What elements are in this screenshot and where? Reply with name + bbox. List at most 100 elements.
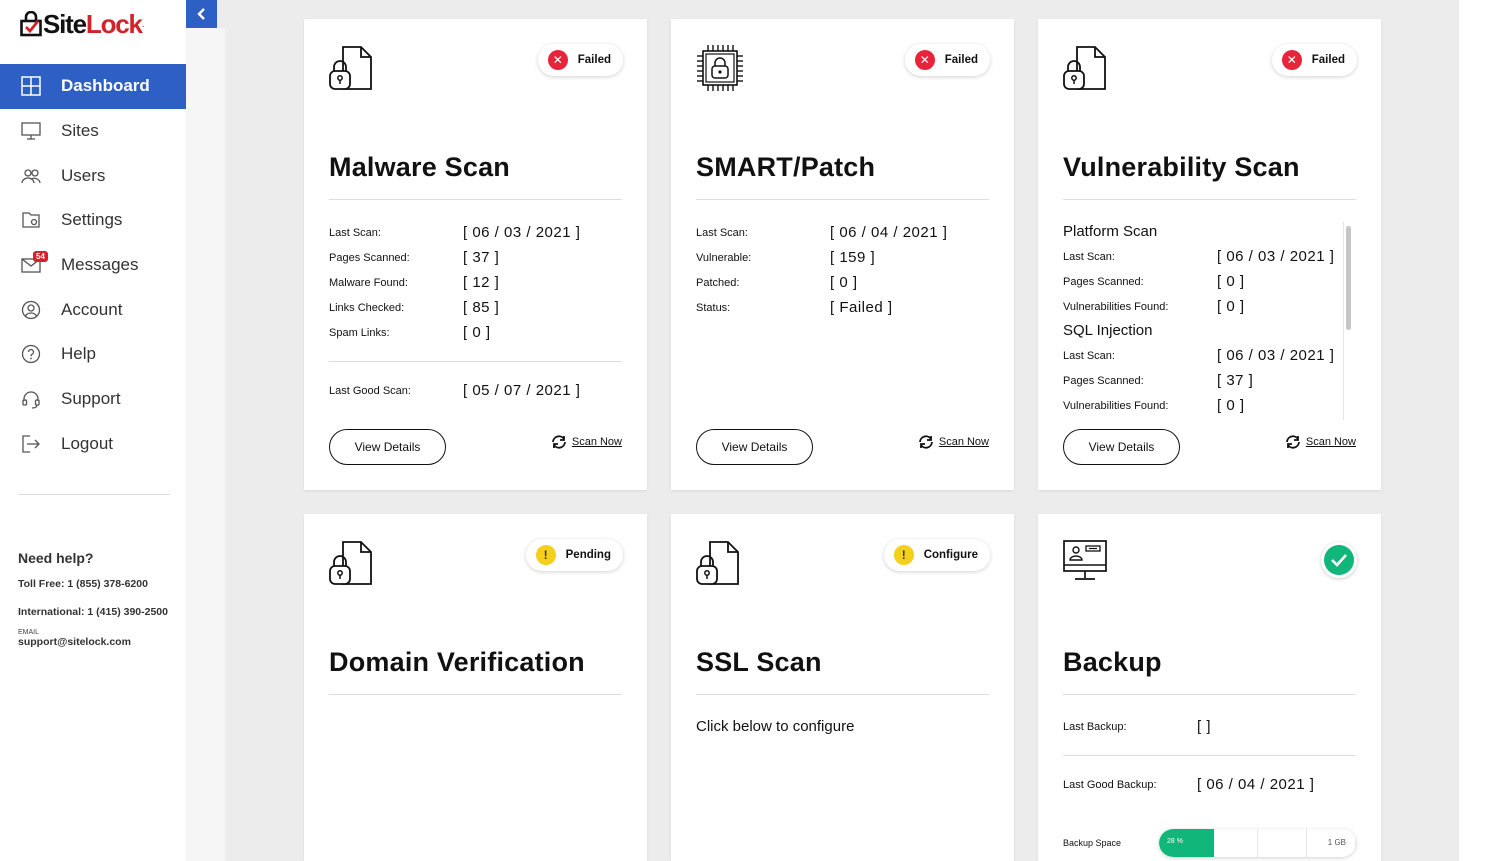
stat-label: Spam Links: — [329, 326, 390, 339]
stat-value: [ 159 ] — [830, 249, 876, 266]
stat-value: [ 0 ] — [1217, 273, 1245, 290]
sidebar-nav: Dashboard Sites Users Settings 54 Messag… — [0, 64, 186, 466]
divider — [696, 199, 989, 200]
view-details-button[interactable]: View Details — [329, 429, 446, 465]
results-scrollbar[interactable] — [1343, 222, 1353, 420]
stat-value: [ 0 ] — [1217, 397, 1245, 414]
grid-icon — [20, 75, 42, 97]
status-badge: ✕ Failed — [1271, 44, 1357, 76]
sidebar: SiteLock . Dashboard Sites Users Setting… — [0, 0, 186, 861]
stat-row: Vulnerable: [ 159 ] — [696, 249, 989, 266]
view-details-button[interactable]: View Details — [1063, 429, 1180, 465]
backup-space-used: 28 % — [1167, 838, 1183, 845]
warning-icon: ! — [535, 545, 556, 565]
platform-scan-heading: Platform Scan — [1063, 223, 1158, 240]
stat-value: [ 05 / 07 / 2021 ] — [463, 382, 581, 399]
card-backup: Backup Last Backup: [ ] Last Good Backup:… — [1038, 514, 1381, 861]
sidebar-item-support[interactable]: Support — [0, 377, 186, 422]
help-title: Need help? — [18, 550, 94, 566]
divider — [1063, 755, 1356, 756]
stat-value: [ 06 / 03 / 2021 ] — [463, 224, 581, 241]
refresh-icon — [918, 435, 933, 449]
stat-label: Pages Scanned: — [329, 251, 410, 264]
users-icon — [20, 165, 42, 187]
stat-value: [ 12 ] — [463, 274, 500, 291]
status-badge: ! Configure — [883, 539, 990, 571]
status-label: Failed — [577, 54, 611, 66]
stat-label: Status: — [696, 301, 731, 314]
failed-x-icon: ✕ — [1281, 50, 1302, 70]
logout-icon — [20, 433, 42, 455]
help-icon — [20, 343, 42, 365]
stat-value: [ 0 ] — [830, 274, 858, 291]
stat-label: Vulnerabilities Found: — [1063, 399, 1169, 412]
email-label: EMAIL — [18, 629, 40, 636]
stat-label: Last Scan: — [696, 226, 748, 239]
scan-now-link[interactable]: Scan Now — [550, 434, 622, 450]
sidebar-item-help[interactable]: Help — [0, 332, 186, 377]
file-lock-icon — [329, 541, 372, 585]
stat-row: Malware Found: [ 12 ] — [329, 274, 622, 291]
stat-label: Last Scan: — [1063, 250, 1115, 263]
backup-space-max: 1 GB — [1327, 838, 1346, 847]
stat-row: Last Scan: [ 06 / 04 / 2021 ] — [696, 224, 989, 241]
stat-row: Links Checked: [ 85 ] — [329, 299, 622, 316]
collapse-sidebar-button[interactable] — [186, 0, 217, 28]
file-lock-icon — [1063, 46, 1106, 90]
stat-value: [ 37 ] — [1217, 372, 1254, 389]
card-title: Vulnerability Scan — [1063, 152, 1300, 182]
stat-label: Last Backup: — [1063, 720, 1127, 733]
sidebar-item-label: Sites — [61, 121, 99, 141]
brand-lock: Lock — [85, 8, 143, 39]
divider — [329, 361, 622, 362]
card-malware-scan: ✕ Failed Malware Scan Last Scan: [ 06 / 0… — [304, 19, 647, 490]
card-title: Backup — [1063, 647, 1162, 677]
card-title: SSL Scan — [696, 647, 822, 677]
configure-hint: Click below to configure — [696, 718, 855, 735]
status-label: Pending — [565, 549, 611, 561]
view-details-button[interactable]: View Details — [696, 429, 813, 465]
card-title: Malware Scan — [329, 152, 510, 182]
scrollbar-thumb[interactable] — [1346, 226, 1351, 330]
sidebar-item-users[interactable]: Users — [0, 153, 186, 198]
stat-value: [ Failed ] — [830, 299, 893, 316]
sidebar-item-messages[interactable]: 54 Messages — [0, 243, 186, 288]
stat-value: [ 06 / 03 / 2021 ] — [1217, 248, 1335, 265]
stat-row: Last Scan: [ 06 / 03 / 2021 ] — [1063, 248, 1351, 265]
divider — [696, 694, 989, 695]
sidebar-item-label: Help — [61, 344, 96, 364]
sidebar-item-sites[interactable]: Sites — [0, 109, 186, 154]
scan-now-link[interactable]: Scan Now — [917, 434, 989, 450]
sitelock-logo[interactable]: SiteLock . — [20, 6, 145, 42]
stat-value: [ 37 ] — [463, 249, 500, 266]
stat-label: Patched: — [696, 276, 740, 289]
status-label: Failed — [944, 54, 978, 66]
status-badge: ✕ Failed — [904, 44, 990, 76]
scan-now-label: Scan Now — [938, 436, 989, 448]
sidebar-item-logout[interactable]: Logout — [0, 422, 186, 467]
sidebar-item-dashboard[interactable]: Dashboard — [0, 64, 186, 109]
logo-lock-icon — [20, 11, 42, 37]
card-domain-verification: ! Pending Domain Verification — [304, 514, 647, 861]
failed-x-icon: ✕ — [914, 50, 935, 70]
file-lock-icon — [329, 46, 372, 90]
sidebar-item-account[interactable]: Account — [0, 287, 186, 332]
international-phone[interactable]: International: 1 (415) 390-2500 — [18, 603, 178, 621]
divider — [1063, 199, 1356, 200]
backup-space-bar: 28 % 1 GB — [1159, 829, 1356, 857]
scan-now-link[interactable]: Scan Now — [1284, 434, 1356, 450]
stat-value: [ 06 / 03 / 2021 ] — [1217, 347, 1335, 364]
backup-space-label: Backup Space — [1063, 838, 1122, 848]
sidebar-item-settings[interactable]: Settings — [0, 198, 186, 243]
toll-free-phone[interactable]: Toll Free: 1 (855) 378-6200 — [18, 575, 178, 593]
stat-row: Last Scan: [ 06 / 03 / 2021 ] — [329, 224, 622, 241]
success-badge — [1321, 542, 1357, 578]
last-good-backup-row: Last Good Backup: [ 06 / 04 / 2021 ] — [1063, 776, 1356, 793]
status-badge: ! Pending — [525, 539, 623, 571]
stat-row: Last Scan: [ 06 / 03 / 2021 ] — [1063, 347, 1351, 364]
support-email-link[interactable]: support@sitelock.com — [18, 636, 178, 648]
stat-row: Patched: [ 0 ] — [696, 274, 989, 291]
content-gutter — [186, 28, 225, 861]
chip-lock-icon — [697, 45, 743, 91]
stat-row: Status: [ Failed ] — [696, 299, 989, 316]
